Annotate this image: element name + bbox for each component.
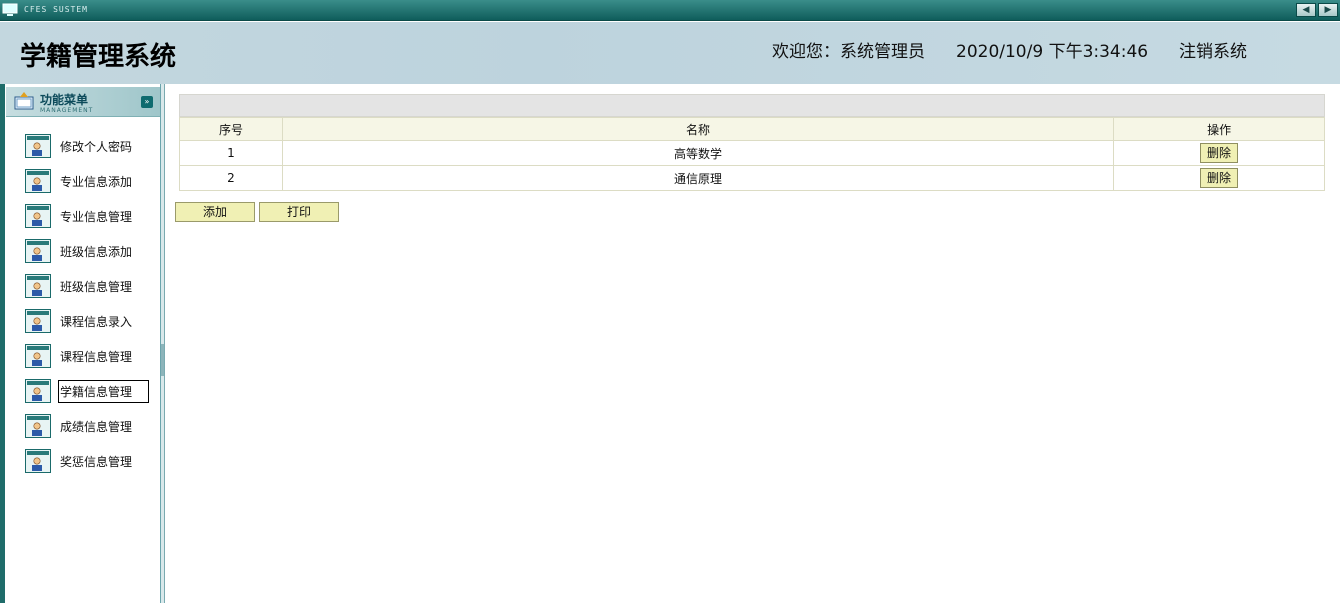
user-card-icon [25, 134, 51, 158]
collapse-toggle-icon[interactable]: » [141, 96, 153, 108]
menu-box-icon [14, 92, 34, 110]
print-button[interactable]: 打印 [259, 202, 339, 222]
datetime-text: 2020/10/9 下午3:34:46 [956, 42, 1149, 62]
add-button[interactable]: 添加 [175, 202, 255, 222]
column-header-index: 序号 [179, 117, 283, 141]
sidebar-item-label: 奖惩信息管理 [60, 454, 133, 469]
user-card-icon [25, 449, 51, 473]
table-header-row: 序号 名称 操作 [179, 117, 1325, 141]
monitor-icon [2, 3, 18, 16]
app-header: 学籍管理系统 欢迎您：系统管理员 2020/10/9 下午3:34:46 注销系… [0, 22, 1340, 84]
sidebar-item-major-add[interactable]: 专业信息添加 [25, 169, 153, 193]
user-card-icon [25, 274, 51, 298]
column-header-name: 名称 [281, 117, 1115, 141]
sidebar-item-course-entry[interactable]: 课程信息录入 [25, 309, 153, 333]
sidebar-item-label: 课程信息录入 [60, 314, 133, 329]
user-card-icon [25, 239, 51, 263]
system-label: CFES SUSTEM [24, 5, 88, 14]
user-card-icon [25, 414, 51, 438]
main-content: 序号 名称 操作 1 高等数学 删除 2 通信原理 删除 添加 打印 [166, 84, 1340, 603]
delete-button[interactable]: 删除 [1200, 168, 1239, 188]
window-nav: ◀ ▶ [1296, 3, 1338, 17]
page-title: 学籍管理系统 [20, 42, 177, 72]
window-title-bar: CFES SUSTEM ◀ ▶ [0, 0, 1340, 21]
nav-prev-button[interactable]: ◀ [1296, 3, 1316, 17]
sidebar-item-class-manage[interactable]: 班级信息管理 [25, 274, 153, 298]
menu-title: 功能菜单 [40, 93, 89, 107]
data-table-container: 序号 名称 操作 1 高等数学 删除 2 通信原理 删除 [179, 94, 1325, 191]
sidebar-item-label: 修改个人密码 [60, 139, 133, 154]
user-card-icon [25, 344, 51, 368]
cell-index: 1 [179, 140, 283, 166]
panel-splitter[interactable] [161, 84, 165, 603]
menu-subtitle: MANAGEMENT [40, 107, 94, 114]
cell-index: 2 [179, 165, 283, 191]
sidebar-item-change-password[interactable]: 修改个人密码 [25, 134, 153, 158]
column-header-action: 操作 [1113, 117, 1325, 141]
cell-action: 删除 [1113, 140, 1325, 166]
cell-name: 高等数学 [281, 140, 1115, 166]
cell-action: 删除 [1113, 165, 1325, 191]
action-bar: 添加 打印 [175, 202, 339, 222]
sidebar-item-rewards-manage[interactable]: 奖惩信息管理 [25, 449, 153, 473]
data-table: 序号 名称 操作 1 高等数学 删除 2 通信原理 删除 [179, 117, 1325, 191]
sidebar-item-label: 课程信息管理 [60, 349, 133, 364]
sidebar-item-label: 班级信息添加 [60, 244, 133, 259]
table-row: 1 高等数学 删除 [179, 140, 1325, 166]
sidebar-item-label: 班级信息管理 [60, 279, 133, 294]
sidebar-item-major-manage[interactable]: 专业信息管理 [25, 204, 153, 228]
sidebar-item-label: 专业信息添加 [60, 174, 133, 189]
cell-name: 通信原理 [281, 165, 1115, 191]
welcome-text: 欢迎您：系统管理员 [772, 42, 925, 62]
user-card-icon [25, 169, 51, 193]
nav-next-button[interactable]: ▶ [1318, 3, 1338, 17]
user-card-icon [25, 379, 51, 403]
sidebar: 功能菜单 MANAGEMENT » 修改个人密码 专业信息添加 专业信息管理 班… [5, 84, 161, 603]
user-card-icon [25, 309, 51, 333]
sidebar-item-label: 学籍信息管理 [58, 379, 150, 403]
menu-header: 功能菜单 MANAGEMENT » [6, 87, 160, 117]
sidebar-item-course-manage[interactable]: 课程信息管理 [25, 344, 153, 368]
user-card-icon [25, 204, 51, 228]
sidebar-item-label: 成绩信息管理 [60, 419, 133, 434]
sidebar-item-student-records[interactable]: 学籍信息管理 [25, 379, 153, 403]
delete-button[interactable]: 删除 [1200, 143, 1239, 163]
table-title-bar [179, 94, 1325, 117]
table-row: 2 通信原理 删除 [179, 165, 1325, 191]
splitter-grip[interactable] [161, 344, 164, 376]
sidebar-item-label: 专业信息管理 [60, 209, 133, 224]
sidebar-item-class-add[interactable]: 班级信息添加 [25, 239, 153, 263]
sidebar-item-grades-manage[interactable]: 成绩信息管理 [25, 414, 153, 438]
logout-link[interactable]: 注销系统 [1179, 37, 1247, 62]
